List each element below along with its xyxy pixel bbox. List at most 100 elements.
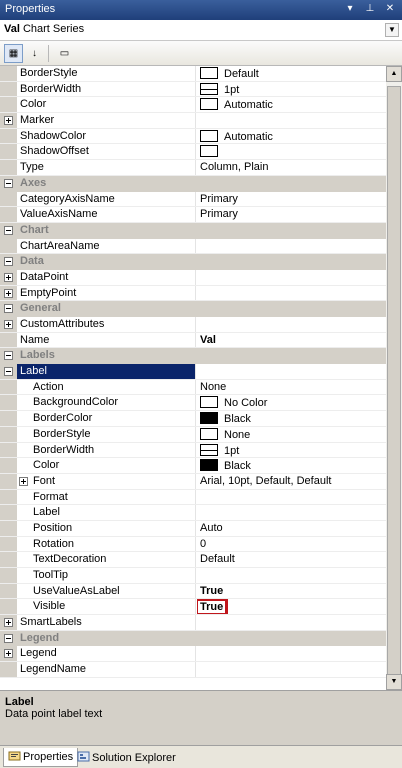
expand-icon[interactable] xyxy=(4,272,13,282)
property-row[interactable]: Marker xyxy=(0,113,386,129)
property-value[interactable]: None xyxy=(197,427,386,442)
categorized-icon[interactable]: ▦ xyxy=(4,44,23,63)
category-row[interactable]: Data xyxy=(0,254,386,270)
property-value[interactable] xyxy=(197,568,386,583)
property-row[interactable]: SmartLabels xyxy=(0,615,386,631)
property-row[interactable]: DataPoint xyxy=(0,269,386,286)
category-row[interactable]: Axes xyxy=(0,175,386,192)
property-row[interactable]: Name Val xyxy=(0,332,386,349)
property-row[interactable]: BorderStyle None xyxy=(0,426,386,443)
property-value[interactable]: Primary xyxy=(197,207,386,222)
vertical-scrollbar[interactable]: ▲ ▼ xyxy=(386,66,402,690)
property-value[interactable] xyxy=(197,317,386,332)
property-value[interactable] xyxy=(197,615,386,630)
property-value[interactable]: Val xyxy=(197,333,386,348)
property-row[interactable]: ShadowColor Automatic xyxy=(0,128,386,145)
expand-icon[interactable] xyxy=(4,320,13,329)
property-value[interactable]: Black xyxy=(197,411,386,426)
expand-icon[interactable] xyxy=(4,618,13,628)
property-row[interactable]: Label xyxy=(0,364,386,380)
scroll-up-icon[interactable]: ▲ xyxy=(386,66,402,82)
property-value[interactable]: Default xyxy=(197,552,386,567)
pin-icon[interactable]: ⊥ xyxy=(364,3,376,14)
property-value[interactable]: 1pt xyxy=(197,82,386,97)
property-row[interactable]: CustomAttributes xyxy=(0,317,386,333)
property-row[interactable]: ToolTip xyxy=(0,568,386,584)
property-row[interactable]: Rotation 0 xyxy=(0,536,386,553)
property-row[interactable]: CategoryAxisName Primary xyxy=(0,191,386,208)
property-row[interactable]: UseValueAsLabel True xyxy=(0,583,386,600)
category-row[interactable]: Chart xyxy=(0,222,386,239)
expand-icon[interactable] xyxy=(4,649,13,659)
collapse-icon[interactable] xyxy=(4,257,13,267)
property-value[interactable]: Automatic xyxy=(197,129,386,144)
property-value[interactable]: 1pt xyxy=(197,443,386,458)
scroll-down-icon[interactable]: ▼ xyxy=(386,674,402,690)
expand-icon[interactable] xyxy=(4,116,13,126)
property-row[interactable]: BorderStyle Default xyxy=(0,66,386,82)
property-value[interactable]: 0 xyxy=(197,537,386,552)
expand-icon[interactable] xyxy=(4,288,13,298)
property-value[interactable]: None xyxy=(197,380,386,395)
property-row[interactable]: Font Arial, 10pt, Default, Default xyxy=(0,473,386,490)
tab-properties[interactable]: Properties xyxy=(3,748,79,767)
property-row[interactable]: Color Automatic xyxy=(0,97,386,114)
property-row[interactable]: Action None xyxy=(0,379,386,396)
property-value[interactable] xyxy=(197,286,386,301)
alphabetical-icon[interactable]: ↓ xyxy=(25,44,44,63)
property-value[interactable] xyxy=(197,270,386,285)
chevron-down-icon[interactable]: ▼ xyxy=(385,23,399,37)
property-value[interactable] xyxy=(197,662,386,677)
collapse-icon[interactable] xyxy=(4,304,13,314)
property-value[interactable] xyxy=(197,646,386,661)
object-selector[interactable]: Val Chart Series ▼ xyxy=(0,20,402,41)
category-row[interactable]: Legend xyxy=(0,630,386,647)
property-value[interactable]: Arial, 10pt, Default, Default xyxy=(197,474,386,489)
property-row[interactable]: Format xyxy=(0,489,386,506)
property-row[interactable]: BackgroundColor No Color xyxy=(0,395,386,412)
property-row[interactable]: Legend xyxy=(0,646,386,663)
property-row[interactable]: EmptyPoint xyxy=(0,285,386,302)
collapse-icon[interactable] xyxy=(4,633,13,643)
property-value[interactable]: True xyxy=(197,584,386,599)
property-value[interactable] xyxy=(197,113,386,128)
property-row[interactable]: BorderWidth 1pt xyxy=(0,442,386,459)
scroll-thumb[interactable] xyxy=(387,86,401,676)
property-value[interactable] xyxy=(197,505,386,520)
property-value[interactable]: No Color xyxy=(197,395,386,410)
property-value[interactable] xyxy=(197,239,386,254)
category-row[interactable]: General xyxy=(0,301,386,317)
dropdown-arrow-icon[interactable]: ▾ xyxy=(344,3,356,14)
close-icon[interactable]: ✕ xyxy=(384,3,396,14)
property-value[interactable]: Primary xyxy=(197,192,386,207)
property-row[interactable]: TextDecoration Default xyxy=(0,552,386,568)
collapse-icon[interactable] xyxy=(4,225,13,235)
property-row[interactable]: Visible True xyxy=(0,599,386,616)
property-row[interactable]: Label xyxy=(0,505,386,521)
property-row[interactable]: ChartAreaName xyxy=(0,238,386,255)
property-row[interactable]: LegendName xyxy=(0,662,386,678)
property-row[interactable]: Color Black xyxy=(0,458,386,474)
property-row[interactable]: ShadowOffset xyxy=(0,144,386,161)
tab-solution-explorer[interactable]: Solution Explorer xyxy=(72,748,181,767)
property-row[interactable]: BorderWidth 1pt xyxy=(0,81,386,98)
property-row[interactable]: Type Column, Plain xyxy=(0,160,386,176)
collapse-icon[interactable] xyxy=(4,367,13,377)
property-value-text: 1pt xyxy=(224,83,240,96)
property-row[interactable]: BorderColor Black xyxy=(0,411,386,427)
category-row[interactable]: Labels xyxy=(0,348,386,365)
property-value[interactable]: Default xyxy=(197,66,386,81)
property-value[interactable] xyxy=(197,490,386,505)
property-value[interactable]: Automatic xyxy=(197,97,386,112)
property-row[interactable]: ValueAxisName Primary xyxy=(0,207,386,223)
property-value[interactable] xyxy=(197,144,386,159)
collapse-icon[interactable] xyxy=(4,351,13,361)
collapse-icon[interactable] xyxy=(4,178,13,188)
property-row[interactable]: Position Auto xyxy=(0,520,386,537)
property-value[interactable]: True xyxy=(197,599,386,615)
property-value[interactable] xyxy=(197,364,386,379)
property-value[interactable]: Auto xyxy=(197,521,386,536)
property-value[interactable]: Column, Plain xyxy=(197,160,386,175)
property-pages-icon[interactable]: ▭ xyxy=(55,44,74,63)
property-value[interactable]: Black xyxy=(197,458,386,473)
